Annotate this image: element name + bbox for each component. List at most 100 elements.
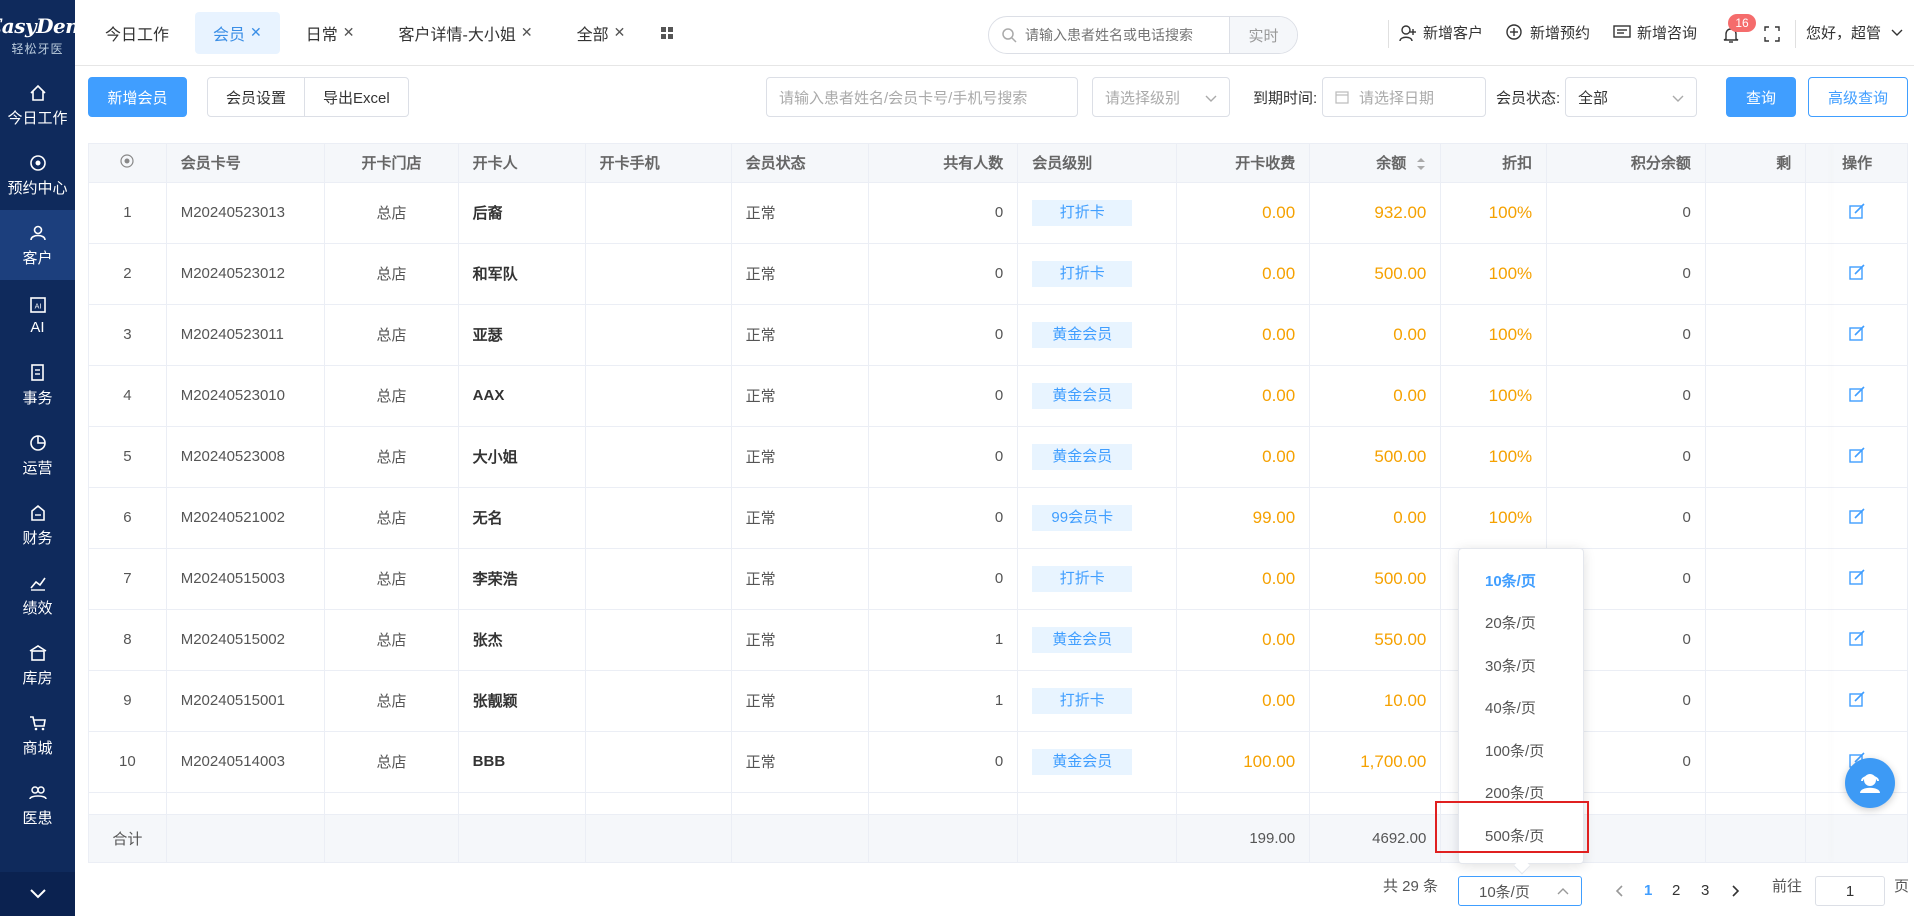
prev-page-icon[interactable]: [1614, 884, 1624, 898]
fullscreen-icon[interactable]: [1764, 26, 1780, 42]
page-size-option[interactable]: 100条/页: [1459, 729, 1583, 772]
table-row: 5 M20240523008 总店 大小姐 正常 0 黄金会员 0.00 500.00 100% 0: [89, 426, 1907, 488]
expire-date-picker[interactable]: 请选择日期: [1322, 77, 1486, 117]
settings-circle-icon: [120, 154, 134, 168]
cell-card: M20240514003: [166, 731, 326, 793]
edit-icon[interactable]: [1849, 385, 1865, 402]
cell-shared: 0: [868, 548, 1019, 610]
cell-actions: [1805, 182, 1907, 244]
level-select[interactable]: 请选择级别: [1092, 77, 1230, 117]
edit-icon[interactable]: [1849, 263, 1865, 280]
sort-icon[interactable]: [1416, 157, 1426, 171]
page-3[interactable]: 3: [1701, 882, 1709, 899]
tab-4[interactable]: 全部 ✕: [559, 12, 644, 54]
edit-icon[interactable]: [1849, 629, 1865, 646]
cell-level: 黄金会员: [1017, 426, 1177, 488]
edit-icon[interactable]: [1849, 568, 1865, 585]
level-tag: 黄金会员: [1032, 321, 1133, 348]
sidebar-item-10[interactable]: 医患: [0, 770, 75, 840]
customer-service-icon: [1860, 774, 1880, 793]
realtime-button[interactable]: 实时: [1229, 17, 1297, 53]
tab-2[interactable]: 日常 ✕: [288, 12, 373, 54]
finance-icon: [30, 504, 45, 521]
sidebar-item-9[interactable]: 商城: [0, 700, 75, 770]
grid-icon[interactable]: [659, 25, 675, 41]
sidebar-item-label: 事务: [22, 389, 53, 407]
level-tag: 99会员卡: [1032, 504, 1133, 531]
cell-no: 9: [89, 670, 167, 732]
page-size-select[interactable]: 10条/页: [1458, 876, 1582, 906]
sidebar-item-0[interactable]: 今日工作: [0, 70, 75, 140]
member-search-input[interactable]: 请输入患者姓名/会员卡号/手机号搜索: [766, 77, 1078, 117]
mall-icon: [29, 715, 46, 730]
goto-page-input[interactable]: 1: [1815, 876, 1885, 906]
member-settings-button[interactable]: 会员设置: [208, 78, 304, 116]
advanced-query-button[interactable]: 高级查询: [1808, 77, 1908, 117]
sidebar-item-5[interactable]: 运营: [0, 420, 75, 490]
cell-remaining: [1705, 731, 1807, 793]
cell-holder: 亚瑟: [458, 304, 586, 366]
edit-icon[interactable]: [1849, 324, 1865, 341]
close-icon[interactable]: ✕: [250, 24, 262, 41]
cell-remaining: [1705, 243, 1807, 305]
sidebar-item-2[interactable]: 客户: [0, 210, 75, 280]
sidebar-more-button[interactable]: [0, 872, 75, 916]
sidebar-item-3[interactable]: AI AI: [0, 280, 75, 350]
doctor-patient-icon: [28, 785, 47, 799]
cell-holder: 后裔: [458, 182, 586, 244]
edit-icon[interactable]: [1849, 690, 1865, 707]
page-1[interactable]: 1: [1644, 882, 1652, 899]
sidebar-item-1[interactable]: 预约中心: [0, 140, 75, 210]
cell-level: 黄金会员: [1017, 304, 1177, 366]
cell-fee: 0.00: [1176, 304, 1311, 366]
next-page-icon[interactable]: [1731, 884, 1741, 898]
search-icon: [1002, 28, 1017, 43]
table-row: 6 M20240521002 总店 无名 正常 0 99会员卡 99.00 0.00 100% 0: [89, 487, 1907, 549]
add-member-button[interactable]: 新增会员: [88, 77, 187, 117]
page-2[interactable]: 2: [1672, 882, 1680, 899]
new-appointment-button[interactable]: 新增预约: [1506, 22, 1590, 43]
col-balance[interactable]: 余额: [1309, 144, 1442, 183]
edit-icon[interactable]: [1849, 202, 1865, 219]
cell-phone: [585, 609, 732, 671]
cell-status: 正常: [731, 731, 870, 793]
sidebar-item-6[interactable]: 财务: [0, 490, 75, 560]
col-card: 会员卡号: [166, 144, 326, 183]
cell-remaining: [1705, 609, 1807, 671]
cell-level: 打折卡: [1017, 670, 1177, 732]
tab-1[interactable]: 会员 ✕: [195, 11, 280, 54]
page-size-option[interactable]: 40条/页: [1459, 687, 1583, 730]
tab-3[interactable]: 客户详情-大小姐 ✕: [381, 12, 551, 54]
sidebar-item-label: 运营: [22, 459, 53, 477]
column-settings[interactable]: [89, 144, 167, 183]
page-size-option[interactable]: 20条/页: [1459, 602, 1583, 645]
sidebar-item-7[interactable]: 绩效: [0, 560, 75, 630]
edit-icon[interactable]: [1849, 446, 1865, 463]
edit-icon[interactable]: [1849, 507, 1865, 524]
cell-actions: [1805, 670, 1907, 732]
close-icon[interactable]: ✕: [521, 24, 533, 41]
cell-discount: 100%: [1440, 365, 1548, 427]
tab-0[interactable]: 今日工作: [87, 12, 187, 54]
cell-no: 4: [89, 365, 167, 427]
toolbar-button-group: 会员设置 导出Excel: [207, 77, 409, 117]
sidebar-item-8[interactable]: 库房: [0, 630, 75, 700]
query-button[interactable]: 查询: [1726, 77, 1796, 117]
page-size-option[interactable]: 30条/页: [1459, 644, 1583, 687]
user-menu[interactable]: 您好，超管: [1806, 22, 1909, 43]
new-customer-button[interactable]: 新增客户: [1399, 22, 1483, 43]
sidebar-item-label: 绩效: [22, 599, 53, 617]
export-excel-button[interactable]: 导出Excel: [304, 78, 408, 116]
patient-search-input[interactable]: [1025, 27, 1229, 43]
sidebar-item-4[interactable]: 事务: [0, 350, 75, 420]
sidebar-item-label: AI: [30, 318, 45, 336]
status-select[interactable]: 全部: [1565, 77, 1697, 117]
level-tag: 打折卡: [1032, 260, 1133, 287]
cell-holder: 和军队: [458, 243, 586, 305]
date-placeholder: 请选择日期: [1359, 89, 1435, 107]
support-button[interactable]: [1845, 758, 1895, 808]
close-icon[interactable]: ✕: [343, 24, 355, 41]
close-icon[interactable]: ✕: [614, 24, 626, 41]
page-size-option[interactable]: 10条/页: [1459, 559, 1583, 602]
new-consult-button[interactable]: 新增咨询: [1613, 22, 1697, 43]
